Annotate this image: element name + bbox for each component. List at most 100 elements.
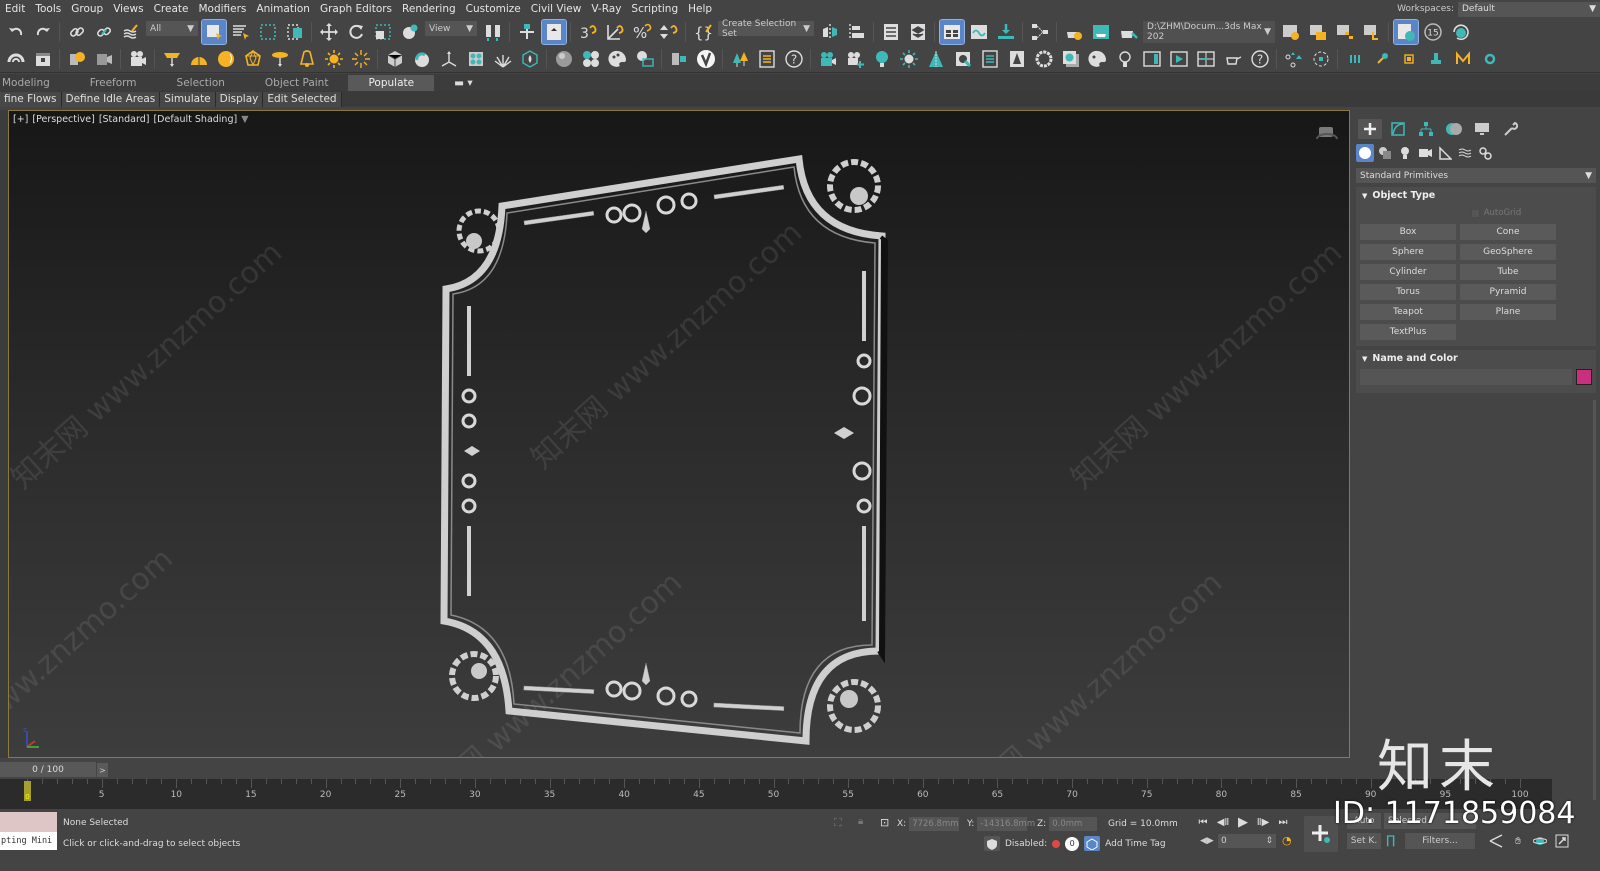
autobackup-restore-icon[interactable] bbox=[1448, 20, 1472, 44]
pan-hand-icon[interactable]: ✋︎ bbox=[1510, 833, 1526, 849]
select-object-icon[interactable] bbox=[200, 18, 227, 45]
z-field[interactable]: 0.0mm bbox=[1049, 817, 1098, 831]
target-align-icon[interactable] bbox=[1309, 47, 1333, 71]
menu-rendering[interactable]: Rendering bbox=[397, 3, 461, 15]
autobackup-interval-icon[interactable]: 15 bbox=[1421, 20, 1445, 44]
current-frame-field[interactable]: 0 ⇕ bbox=[1218, 834, 1276, 848]
vray-dome-light-icon[interactable] bbox=[187, 47, 211, 71]
corona-light-icon[interactable] bbox=[870, 47, 894, 71]
spinner-icon[interactable]: ⇕ bbox=[1265, 836, 1273, 846]
corona-camera-icon[interactable] bbox=[816, 47, 840, 71]
menu-tools[interactable]: Tools bbox=[30, 3, 66, 15]
autogrid-checkbox-box[interactable] bbox=[1470, 208, 1480, 218]
tube-button[interactable]: Tube bbox=[1460, 264, 1556, 280]
plugin-columns-icon[interactable] bbox=[1343, 47, 1367, 71]
vray-camera-icon[interactable] bbox=[92, 47, 116, 71]
angle-snap-icon[interactable] bbox=[603, 20, 627, 44]
ribbon-tab-selection[interactable]: Selection bbox=[157, 75, 245, 91]
curve-editor-icon[interactable] bbox=[967, 20, 991, 44]
cylinder-button[interactable]: Cylinder bbox=[1360, 264, 1456, 280]
align-icon[interactable] bbox=[845, 20, 869, 44]
dope-sheet-icon[interactable] bbox=[994, 20, 1018, 44]
pyramid-button[interactable]: Pyramid bbox=[1460, 284, 1556, 300]
ribbon-tab-populate[interactable]: Populate bbox=[348, 75, 435, 91]
plugin-frame-icon[interactable] bbox=[1397, 47, 1421, 71]
define-flows-button[interactable]: fine Flows bbox=[0, 91, 62, 107]
render-production-icon[interactable] bbox=[1116, 20, 1140, 44]
modify-tab-icon[interactable] bbox=[1386, 119, 1410, 139]
corona-interactive-icon[interactable] bbox=[1113, 47, 1137, 71]
corona-teapot-icon[interactable] bbox=[1221, 47, 1245, 71]
project-tree-icon[interactable] bbox=[1360, 20, 1384, 44]
plugin-stamp-icon[interactable] bbox=[1424, 47, 1448, 71]
link-icon[interactable] bbox=[65, 20, 89, 44]
display-button[interactable]: Display bbox=[215, 91, 264, 107]
absolute-offset-toggle-icon[interactable]: ⊡ bbox=[880, 816, 889, 829]
time-slider[interactable]: 0 / 100 bbox=[0, 762, 96, 777]
corona-render-icon[interactable] bbox=[1167, 47, 1191, 71]
disabled-count-badge[interactable]: 0 bbox=[1065, 836, 1080, 851]
corona-sun-icon[interactable] bbox=[897, 47, 921, 71]
edit-selected-button[interactable]: Edit Selected bbox=[263, 91, 342, 107]
vray-material-sphere-icon[interactable] bbox=[552, 47, 576, 71]
viewport-shading-menu[interactable]: [Default Shading] bbox=[153, 114, 237, 125]
vray-mesh-light-icon[interactable] bbox=[241, 47, 265, 71]
define-idle-areas-button[interactable]: Define Idle Areas bbox=[61, 91, 161, 107]
vray-multimat-icon[interactable] bbox=[579, 47, 603, 71]
set-key-button[interactable]: Set K. bbox=[1347, 833, 1381, 849]
render-setup-icon[interactable] bbox=[1062, 20, 1086, 44]
layer-explorer-icon[interactable] bbox=[906, 20, 930, 44]
maxscript-output[interactable] bbox=[0, 812, 57, 832]
rectangular-selection-icon[interactable] bbox=[256, 20, 280, 44]
vray-box-proxy-icon[interactable] bbox=[383, 47, 407, 71]
go-to-start-icon[interactable]: ⏮ bbox=[1195, 814, 1211, 830]
name-and-color-header[interactable]: ▼ Name and Color bbox=[1356, 350, 1596, 367]
vray-grass-icon[interactable] bbox=[491, 47, 515, 71]
corona-decal-icon[interactable] bbox=[951, 47, 975, 71]
workspaces-dropdown[interactable]: Default ▼ bbox=[1458, 1, 1600, 17]
corona-proxy-icon[interactable] bbox=[1005, 47, 1029, 71]
object-name-field[interactable] bbox=[1360, 369, 1572, 385]
menu-create[interactable]: Create bbox=[149, 3, 194, 15]
vray-proxy-icon[interactable] bbox=[31, 47, 55, 71]
ribbon-options-icon[interactable]: ▬ ▾ bbox=[434, 75, 493, 91]
vray-material-override-icon[interactable] bbox=[633, 47, 657, 71]
bind-space-warp-icon[interactable] bbox=[119, 20, 143, 44]
project-settings-icon[interactable] bbox=[1279, 20, 1303, 44]
rendered-frame-window-icon[interactable] bbox=[1089, 20, 1113, 44]
autobackup-save-icon[interactable] bbox=[1392, 18, 1419, 45]
vray-sky-icon[interactable] bbox=[349, 47, 373, 71]
reference-coord-dropdown[interactable]: View ▼ bbox=[425, 21, 477, 36]
vray-plane-light-icon[interactable] bbox=[160, 47, 184, 71]
snaps-toggle-icon[interactable]: 3 bbox=[576, 20, 600, 44]
corona-material-library-icon[interactable] bbox=[1086, 47, 1110, 71]
window-crossing-icon[interactable] bbox=[283, 20, 307, 44]
vray-object-properties-icon[interactable] bbox=[4, 47, 28, 71]
corona-vfb-icon[interactable] bbox=[1059, 47, 1083, 71]
simulate-button[interactable]: Simulate bbox=[160, 91, 216, 107]
project-folder-dropdown[interactable]: D:\ZHM\Docum...3ds Max 202 ▼ bbox=[1143, 20, 1275, 43]
systems-gears-icon[interactable] bbox=[1476, 144, 1494, 162]
cone-button[interactable]: Cone bbox=[1460, 224, 1556, 240]
perspective-viewport[interactable]: [+] [Perspective] [Standard] [Default Sh… bbox=[8, 110, 1350, 758]
sphere-button[interactable]: Sphere bbox=[1360, 244, 1456, 260]
corona-scatter-icon[interactable] bbox=[924, 47, 948, 71]
object-type-header[interactable]: ▼ Object Type bbox=[1356, 187, 1596, 204]
vray-clipper-icon[interactable] bbox=[464, 47, 488, 71]
vray-sphere-light-icon[interactable] bbox=[214, 47, 238, 71]
box-button[interactable]: Box bbox=[1360, 224, 1456, 240]
unlink-icon[interactable] bbox=[92, 20, 116, 44]
pivot-center-icon[interactable] bbox=[481, 20, 505, 44]
vray-fur-icon[interactable] bbox=[410, 47, 434, 71]
plugin-gear-icon[interactable] bbox=[1478, 47, 1502, 71]
vray-light-lister-icon[interactable] bbox=[65, 47, 89, 71]
forest-pack-icon[interactable] bbox=[728, 47, 752, 71]
spinner-snap-icon[interactable] bbox=[657, 20, 681, 44]
filter-icon[interactable]: ▼ bbox=[241, 114, 248, 125]
vray-volume-grid-icon[interactable] bbox=[518, 47, 542, 71]
forest-library-icon[interactable] bbox=[755, 47, 779, 71]
menu-animation[interactable]: Animation bbox=[251, 3, 315, 15]
next-frame-button[interactable]: > bbox=[97, 763, 108, 777]
plane-button[interactable]: Plane bbox=[1460, 304, 1556, 320]
time-tag-cube-icon[interactable] bbox=[1084, 836, 1101, 851]
